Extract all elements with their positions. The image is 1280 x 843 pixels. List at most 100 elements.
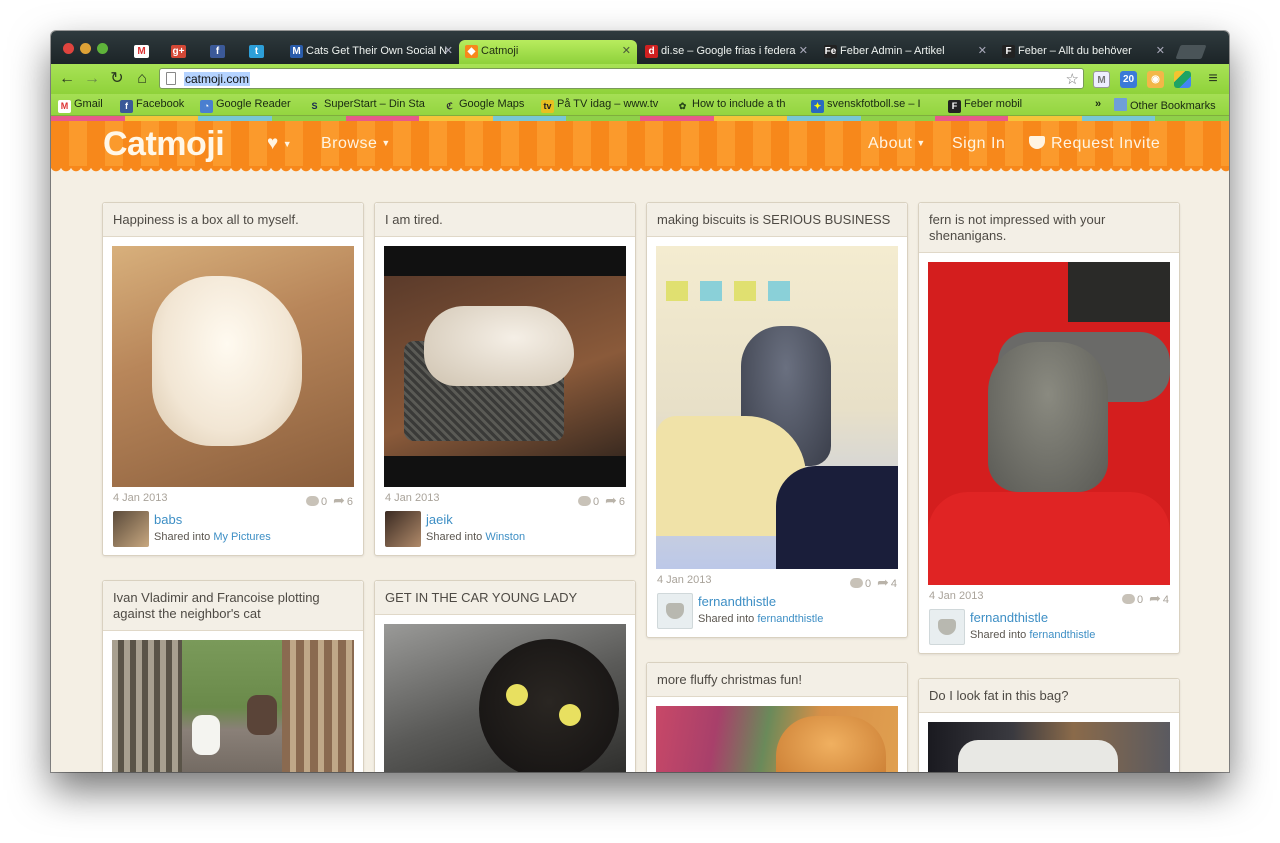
post-card[interactable]: GET IN THE CAR YOUNG LADY (374, 580, 636, 772)
other-bookmarks-button[interactable]: Other Bookmarks (1114, 98, 1216, 112)
chevron-down-icon: ▼ (916, 138, 926, 148)
zoom-window-button[interactable] (97, 43, 108, 54)
twitter-icon[interactable]: t (249, 45, 264, 58)
browser-toolbar: ← → ↻ ⌂ catmoji.com ☆ M 20 ◉ ≡ (51, 64, 1229, 94)
heart-icon: ♥ (267, 133, 279, 154)
username-link[interactable]: fernandthistle (970, 610, 1048, 625)
home-icon[interactable]: ⌂ (132, 69, 152, 89)
post-author: fernandthistle Shared into fernandthistl… (657, 593, 897, 637)
football-icon: ✦ (811, 100, 824, 113)
cat-photo[interactable] (928, 262, 1170, 585)
username-link[interactable]: jaeik (426, 512, 453, 527)
cat-face-icon (938, 619, 956, 635)
post-date: 4 Jan 2013 (657, 574, 712, 586)
album-link[interactable]: My Pictures (213, 531, 270, 543)
tab-cats-social[interactable]: M Cats Get Their Own Social N ✕ (284, 40, 459, 64)
address-bar[interactable]: catmoji.com ☆ (159, 68, 1084, 89)
post-title[interactable]: fern is not impressed with your shenanig… (919, 203, 1179, 253)
bookmark-feber-mobil[interactable]: F Feber mobil (948, 98, 1022, 113)
bookmark-star-icon[interactable]: ☆ (1066, 70, 1079, 88)
post-card[interactable]: more fluffy christmas fun! (646, 662, 908, 772)
cat-photo[interactable] (656, 706, 898, 772)
comment-icon (578, 496, 592, 506)
close-icon[interactable]: ✕ (622, 44, 631, 57)
menu-icon[interactable]: ≡ (1203, 69, 1223, 89)
url-text[interactable]: catmoji.com (184, 72, 251, 86)
post-date: 4 Jan 2013 (929, 590, 984, 602)
request-invite-link[interactable]: Request Invite (1029, 135, 1160, 153)
gmail-icon[interactable]: M (134, 45, 149, 58)
post-title[interactable]: GET IN THE CAR YOUNG LADY (375, 581, 635, 615)
new-tab-button[interactable] (1175, 45, 1207, 59)
close-icon[interactable]: ✕ (1156, 44, 1165, 57)
reload-icon[interactable]: ↻ (107, 69, 127, 89)
album-link[interactable]: fernandthistle (757, 613, 823, 625)
username-link[interactable]: fernandthistle (698, 594, 776, 609)
post-title[interactable]: more fluffy christmas fun! (647, 663, 907, 697)
close-icon[interactable]: ✕ (799, 44, 808, 57)
post-card[interactable]: making biscuits is SERIOUS BUSINESS 4 Ja… (646, 202, 908, 638)
bookmark-svenskfotboll[interactable]: ✦ svenskfotboll.se – I (811, 98, 936, 113)
sign-in-link[interactable]: Sign In (952, 135, 1005, 153)
post-title[interactable]: Happiness is a box all to myself. (103, 203, 363, 237)
gmail-icon: M (58, 100, 71, 113)
feber-icon: F (948, 100, 961, 113)
minimize-window-button[interactable] (80, 43, 91, 54)
comment-icon (1122, 594, 1136, 604)
post-card[interactable]: I am tired. 4 Jan 2013 0 ➦ 6 jaeik Shared … (374, 202, 636, 556)
calendar-icon[interactable]: 20 (1120, 71, 1137, 88)
back-icon[interactable]: ← (57, 69, 77, 89)
tab-catmoji[interactable]: ◆ Catmoji ✕ (459, 40, 637, 64)
post-title[interactable]: I am tired. (375, 203, 635, 237)
avatar[interactable] (929, 609, 965, 645)
site-logo[interactable]: Catmoji (103, 125, 225, 164)
gmail-extension-icon[interactable]: M (1093, 71, 1110, 88)
close-window-button[interactable] (63, 43, 74, 54)
post-card[interactable]: Happiness is a box all to myself. 4 Jan … (102, 202, 364, 556)
post-meta: 4 Jan 2013 0 ➦ 6 (385, 487, 625, 509)
post-title[interactable]: Do I look fat in this bag? (919, 679, 1179, 713)
bookmark-facebook[interactable]: f Facebook (120, 98, 184, 113)
cat-photo[interactable] (656, 246, 898, 569)
forward-icon[interactable]: → (82, 69, 102, 89)
bookmark-google-maps[interactable]: ℭ Google Maps (443, 98, 524, 113)
tab-feber[interactable]: F Feber – Allt du behöver ✕ (996, 40, 1171, 64)
about-menu[interactable]: About ▼ (868, 135, 926, 153)
tab-feber-admin[interactable]: Fe Feber Admin – Artikel ✕ (818, 40, 993, 64)
avatar[interactable] (657, 593, 693, 629)
drive-icon[interactable] (1174, 71, 1191, 88)
bookmark-google-reader[interactable]: ◔ Google Reader (200, 98, 291, 113)
post-title[interactable]: making biscuits is SERIOUS BUSINESS (647, 203, 907, 237)
album-link[interactable]: Winston (485, 531, 525, 543)
cat-photo[interactable] (928, 722, 1170, 772)
post-card[interactable]: Do I look fat in this bag? (918, 678, 1180, 772)
di-favicon-icon: d (645, 45, 658, 58)
post-meta: 4 Jan 2013 0 ➦ 4 (929, 585, 1169, 607)
album-link[interactable]: fernandthistle (1029, 629, 1095, 641)
username-link[interactable]: babs (154, 512, 182, 527)
facebook-icon[interactable]: f (210, 45, 225, 58)
browse-menu[interactable]: Browse ▼ (321, 135, 391, 153)
bookmark-pa-tv-idag[interactable]: tv På TV idag – www.tv (541, 98, 661, 113)
cat-photo[interactable] (112, 246, 354, 487)
cat-photo[interactable] (112, 640, 354, 772)
avatar[interactable] (385, 511, 421, 547)
cat-extension-icon[interactable]: ◉ (1147, 71, 1164, 88)
bookmarks-overflow-button[interactable]: » (1095, 98, 1101, 110)
cat-photo[interactable] (384, 246, 626, 487)
bookmarks-bar: M Gmail f Facebook ◔ Google Reader S SuperSt… (51, 94, 1229, 116)
favorites-menu[interactable]: ♥ ▼ (267, 133, 292, 155)
post-card[interactable]: fern is not impressed with your shenanig… (918, 202, 1180, 654)
avatar[interactable] (113, 511, 149, 547)
close-icon[interactable]: ✕ (444, 44, 453, 57)
post-title[interactable]: Ivan Vladimir and Francoise plotting aga… (103, 581, 363, 631)
bookmark-superstart[interactable]: S SuperStart – Din Sta (308, 98, 428, 113)
google-plus-icon[interactable]: g+ (171, 45, 186, 58)
cat-photo[interactable] (384, 624, 626, 772)
close-icon[interactable]: ✕ (978, 44, 987, 57)
chevron-down-icon: ▼ (282, 139, 293, 149)
bookmark-gmail[interactable]: M Gmail (58, 98, 103, 113)
post-card[interactable]: Ivan Vladimir and Francoise plotting aga… (102, 580, 364, 772)
bookmark-how-to-include[interactable]: ✿ How to include a th (676, 98, 796, 113)
tab-di-se[interactable]: d di.se – Google frias i federa ✕ (639, 40, 814, 64)
